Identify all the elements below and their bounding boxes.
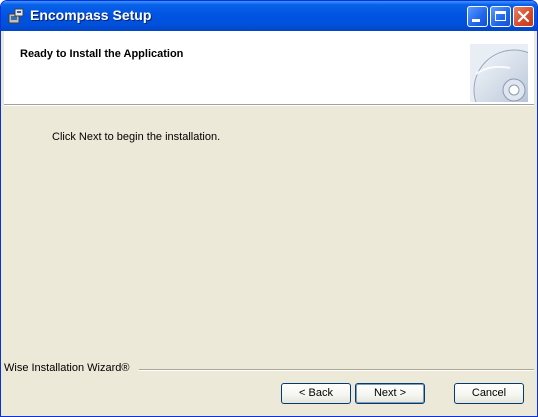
- window-title: Encompass Setup: [30, 7, 152, 23]
- install-instruction: Click Next to begin the installation.: [52, 131, 221, 143]
- minimize-button[interactable]: [467, 6, 488, 27]
- maximize-button[interactable]: [490, 6, 511, 27]
- branding-divider: [139, 369, 534, 371]
- header-divider: [4, 105, 534, 106]
- next-button[interactable]: Next >: [355, 383, 425, 404]
- minimize-icon: [472, 19, 480, 22]
- close-icon: [517, 10, 530, 23]
- title-bar[interactable]: Encompass Setup: [1, 1, 537, 31]
- maximize-icon: [495, 11, 506, 21]
- installer-app-icon[interactable]: [8, 8, 24, 24]
- back-button[interactable]: < Back: [281, 383, 351, 404]
- wizard-header: Ready to Install the Application: [4, 31, 534, 105]
- close-button[interactable]: [513, 6, 534, 27]
- cancel-button[interactable]: Cancel: [454, 383, 524, 404]
- page-title: Ready to Install the Application: [20, 48, 184, 60]
- setup-window: Encompass Setup Ready to Install the App…: [0, 0, 538, 417]
- cd-disc-icon: [470, 44, 528, 102]
- wizard-branding: Wise Installation Wizard®: [4, 362, 133, 374]
